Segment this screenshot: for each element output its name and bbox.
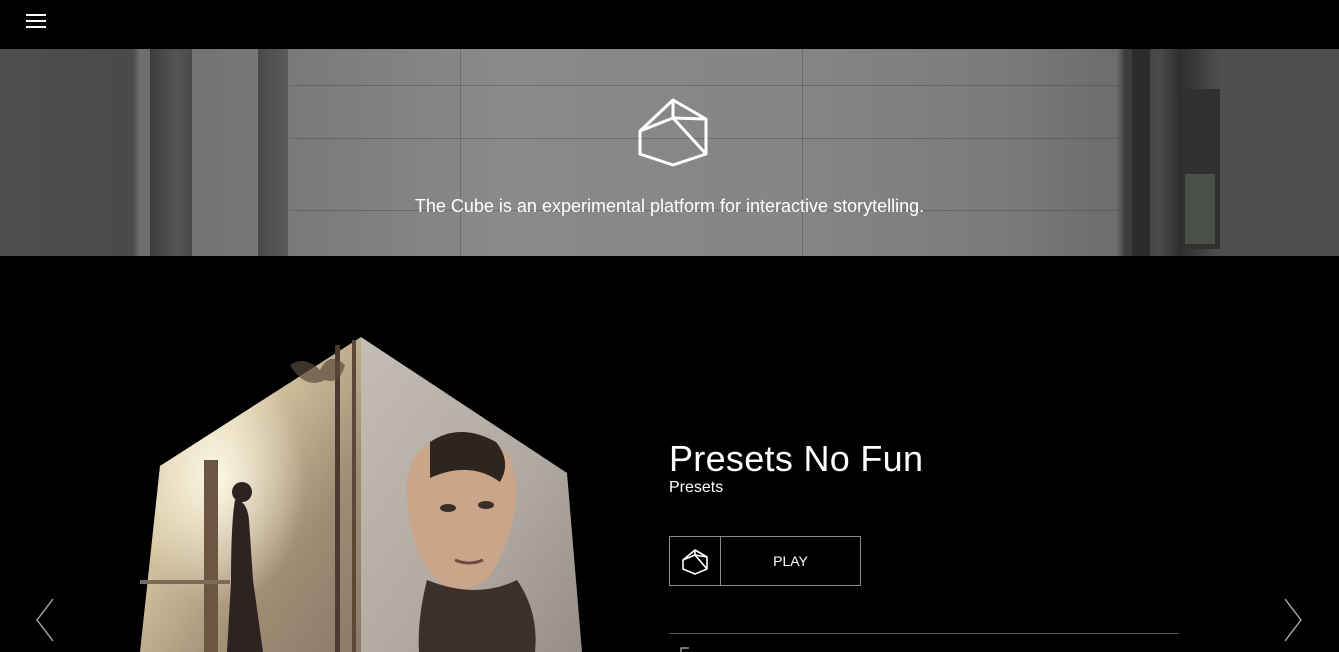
hero-banner: The Cube is an experimental platform for… [0,49,1339,256]
play-button-label: PLAY [773,553,808,569]
play-icon-box [670,537,721,585]
feature-title: Presets No Fun [669,438,924,479]
feature-subtitle: Presets [669,479,724,496]
feature-cube-image[interactable] [130,330,590,652]
top-bar [0,0,1339,49]
chevron-right-icon[interactable] [1283,598,1303,642]
divider [669,633,1179,634]
hero-tagline: The Cube is an experimental platform for… [414,196,925,216]
play-button[interactable]: PLAY [669,536,861,586]
cube-logo-icon [638,98,708,167]
cube-icon [682,549,708,575]
partial-icon [680,647,689,652]
chevron-left-icon[interactable] [35,598,55,642]
hamburger-menu-icon[interactable] [26,13,46,29]
